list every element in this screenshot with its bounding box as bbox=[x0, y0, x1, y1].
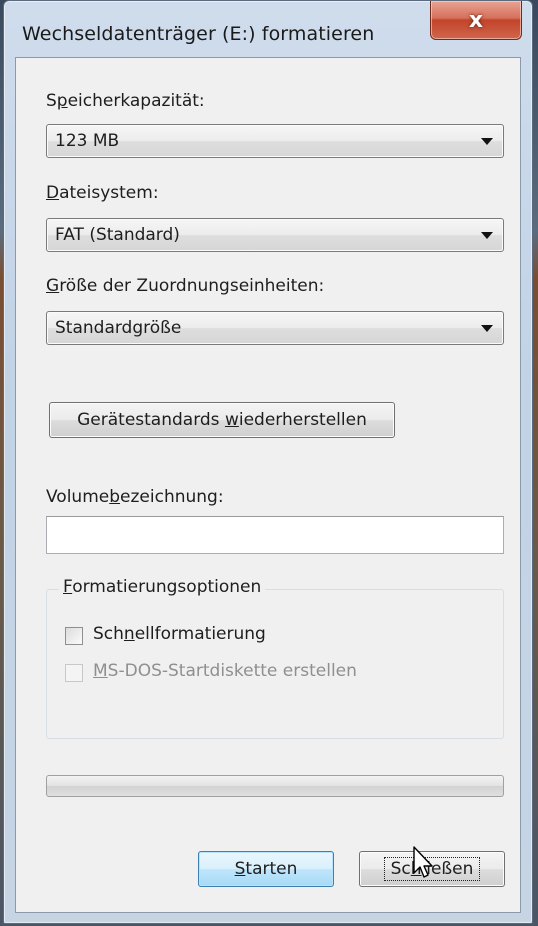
filesystem-dropdown[interactable]: FAT (Standard) bbox=[46, 218, 504, 252]
restore-defaults-button[interactable]: Gerätestandards wiederherstellen bbox=[49, 402, 395, 438]
filesystem-label: Dateisystem: bbox=[46, 183, 159, 203]
format-dialog-window: Wechseldatenträger (E:) formatieren x Sp… bbox=[3, 0, 533, 924]
restore-defaults-label: Gerätestandards wiederherstellen bbox=[77, 410, 367, 430]
window-title: Wechseldatenträger (E:) formatieren bbox=[22, 23, 375, 45]
volume-label-label: Volumebezeichnung: bbox=[46, 487, 224, 507]
mouse-pointer-icon bbox=[413, 846, 433, 878]
format-options-group: Formatierungsoptionen Schnellformatierun… bbox=[46, 577, 504, 739]
chevron-down-icon bbox=[481, 325, 493, 332]
chevron-down-icon bbox=[481, 232, 493, 239]
title-bar[interactable]: Wechseldatenträger (E:) formatieren x bbox=[4, 1, 532, 57]
capacity-dropdown[interactable]: 123 MB bbox=[46, 124, 504, 158]
chevron-down-icon bbox=[481, 138, 493, 145]
close-window-button[interactable]: x bbox=[430, 1, 522, 40]
allocation-unit-value: Standardgröße bbox=[55, 318, 182, 338]
start-button-label: Starten bbox=[234, 859, 298, 879]
filesystem-value: FAT (Standard) bbox=[55, 225, 180, 245]
close-icon: x bbox=[468, 7, 484, 33]
start-button[interactable]: Starten bbox=[198, 851, 334, 887]
capacity-label: Speicherkapazität: bbox=[46, 91, 205, 111]
quick-format-label[interactable]: Schnellformatierung bbox=[93, 624, 266, 644]
msdos-startup-label: MS-DOS-Startdiskette erstellen bbox=[93, 661, 357, 681]
quick-format-checkbox[interactable] bbox=[65, 627, 83, 645]
dialog-client-area: Speicherkapazität: 123 MB Dateisystem: F… bbox=[15, 57, 521, 913]
format-progress-bar bbox=[46, 775, 504, 797]
allocation-unit-dropdown[interactable]: Standardgröße bbox=[46, 311, 504, 345]
format-options-legend: Formatierungsoptionen bbox=[59, 577, 266, 597]
capacity-value: 123 MB bbox=[55, 131, 120, 151]
msdos-startup-checkbox bbox=[65, 664, 83, 682]
allocation-unit-label: Größe der Zuordnungseinheiten: bbox=[46, 276, 325, 296]
volume-label-input[interactable] bbox=[46, 516, 504, 554]
